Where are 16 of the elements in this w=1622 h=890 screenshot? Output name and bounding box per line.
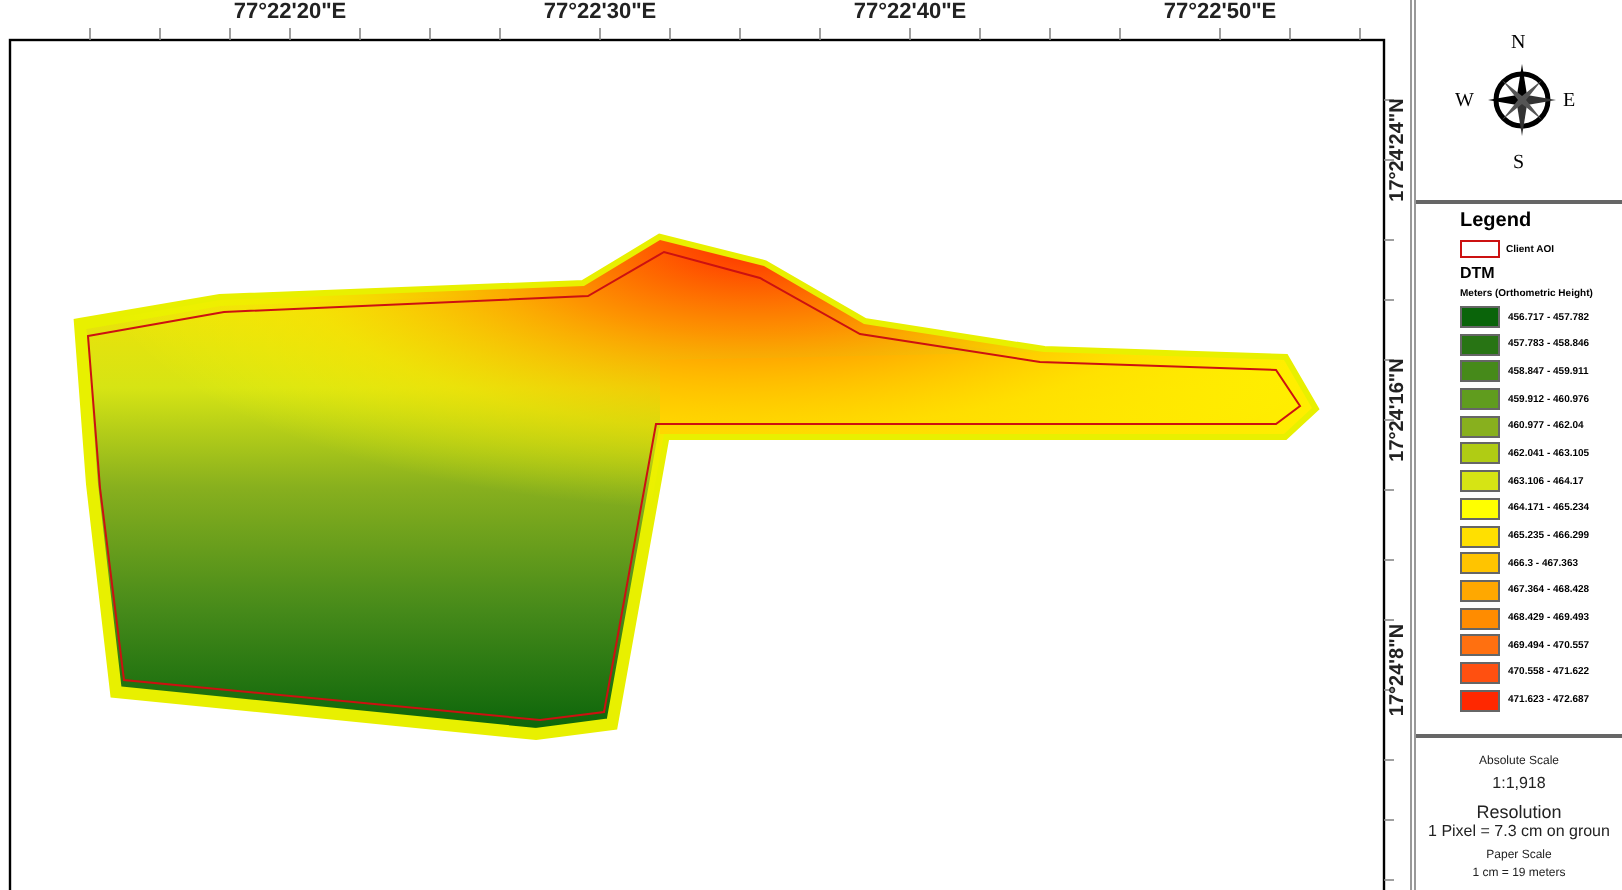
compass-east-label: E <box>1563 88 1576 116</box>
absolute-scale-value: 1:1,918 <box>1492 772 1546 796</box>
legend-title: Legend <box>1460 208 1534 236</box>
compass-west-label: W <box>1455 88 1474 116</box>
longitude-label: 77°22'50"E <box>1163 0 1277 28</box>
longitude-label: 77°22'30"E <box>543 0 657 28</box>
latitude-label: 17°24'8"N <box>1385 623 1411 717</box>
resolution-value: 1 Pixel = 7.3 cm on groun <box>1428 822 1610 842</box>
compass-south-label: S <box>1513 150 1525 178</box>
compass-north-label: N <box>1511 30 1526 58</box>
latitude-label: 17°24'16"N <box>1385 358 1411 462</box>
resolution-label: Resolution <box>1476 802 1562 822</box>
layer-title: DTM <box>1460 262 1497 286</box>
latitude-label: 17°24'24"N <box>1385 98 1411 202</box>
longitude-label: 77°22'20"E <box>233 0 347 28</box>
longitude-label: 77°22'40"E <box>853 0 967 28</box>
